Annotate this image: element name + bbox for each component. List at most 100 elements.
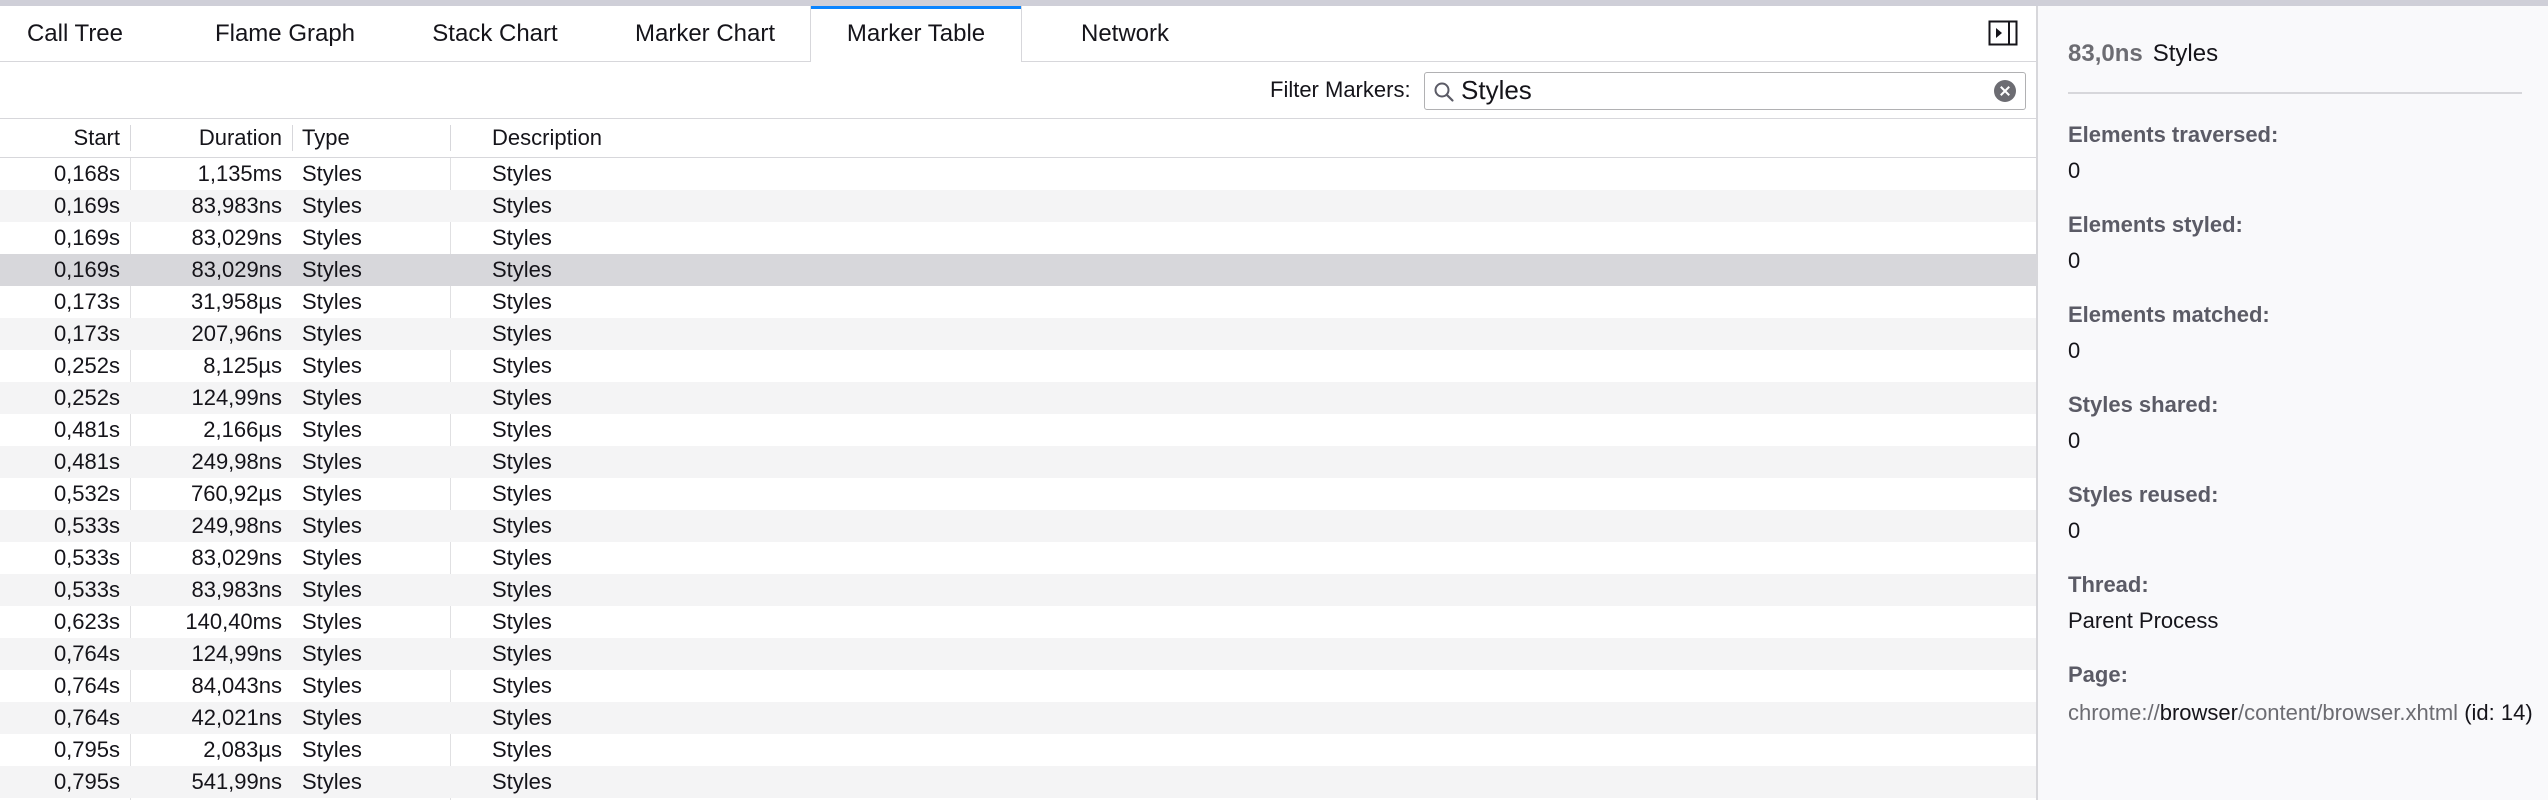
cell-type: Styles: [302, 609, 362, 634]
cell-description: Styles: [492, 481, 552, 506]
cell-type: Styles: [302, 577, 362, 602]
table-row[interactable]: 0,532s 760,92µs Styles Styles: [0, 478, 2036, 510]
tab-network[interactable]: Network: [1050, 6, 1200, 61]
column-divider[interactable]: [130, 125, 131, 151]
table-row[interactable]: 0,795s 541,99ns Styles Styles: [0, 766, 2036, 798]
table-row[interactable]: 0,481s 2,166µs Styles Styles: [0, 414, 2036, 446]
table-row[interactable]: 0,795s 2,083µs Styles Styles: [0, 734, 2036, 766]
cell-start: 0,795s: [53, 737, 120, 762]
field-label-elements-styled: Elements styled:: [2068, 212, 2243, 237]
cell-type: Styles: [302, 161, 362, 186]
column-header-duration[interactable]: Duration: [134, 119, 282, 157]
table-row[interactable]: 0,533s 83,029ns Styles Styles: [0, 542, 2036, 574]
tab-stack-chart[interactable]: Stack Chart: [405, 6, 585, 61]
cell-duration: 8,125µs: [203, 353, 282, 378]
tab-marker-chart[interactable]: Marker Chart: [610, 6, 800, 61]
sidebar-marker-duration: 83,0ns: [2068, 40, 2143, 67]
cell-start: 0,533s: [53, 545, 120, 570]
table-row[interactable]: 0,764s 42,021ns Styles Styles: [0, 702, 2036, 734]
table-row[interactable]: 0,169s 83,029ns Styles Styles: [0, 222, 2036, 254]
cell-start: 0,623s: [53, 609, 120, 634]
table-row[interactable]: 0,169s 83,983ns Styles Styles: [0, 190, 2036, 222]
cell-duration: 124,99ns: [191, 641, 282, 666]
cell-start: 0,795s: [53, 769, 120, 794]
page-url-host: browser: [2159, 700, 2238, 725]
table-row[interactable]: 0,173s 207,96ns Styles Styles: [0, 318, 2036, 350]
search-icon: [1433, 81, 1455, 103]
cell-description: Styles: [492, 321, 552, 346]
cell-description: Styles: [492, 225, 552, 250]
filter-markers-input[interactable]: [1461, 75, 1981, 105]
field-value-page: chrome://browser/content/browser.xhtml (…: [2068, 696, 2538, 730]
table-row[interactable]: 0,481s 249,98ns Styles Styles: [0, 446, 2036, 478]
table-row[interactable]: 0,252s 124,99ns Styles Styles: [0, 382, 2036, 414]
cell-type: Styles: [302, 321, 362, 346]
cell-duration: 207,96ns: [191, 321, 282, 346]
cell-duration: 83,983ns: [191, 193, 282, 218]
page-url-path: /content/browser.xhtml: [2237, 700, 2459, 725]
cell-start: 0,481s: [53, 417, 120, 442]
column-header-description[interactable]: Description: [492, 119, 792, 157]
cell-duration: 124,99ns: [191, 385, 282, 410]
sidebar-toggle-icon[interactable]: [1988, 20, 2018, 46]
field-label-thread: Thread:: [2068, 572, 2149, 597]
cell-description: Styles: [492, 289, 552, 314]
clear-filter-icon[interactable]: [1994, 80, 2016, 102]
cell-type: Styles: [302, 737, 362, 762]
cell-duration: 84,043ns: [191, 673, 282, 698]
cell-duration: 1,135ms: [197, 161, 282, 186]
table-row[interactable]: 0,173s 31,958µs Styles Styles: [0, 286, 2036, 318]
cell-start: 0,764s: [53, 673, 120, 698]
column-header-type[interactable]: Type: [302, 119, 442, 157]
cell-type: Styles: [302, 673, 362, 698]
cell-duration: 42,021ns: [191, 705, 282, 730]
sidebar-title: 83,0ns Styles: [2068, 40, 2522, 94]
cell-start: 0,169s: [53, 193, 120, 218]
cell-description: Styles: [492, 161, 552, 186]
cell-start: 0,764s: [53, 641, 120, 666]
table-row[interactable]: 0,764s 84,043ns Styles Styles: [0, 670, 2036, 702]
tab-marker-table[interactable]: Marker Table: [810, 6, 1022, 62]
cell-start: 0,169s: [53, 225, 120, 250]
page-id: (id: 14): [2464, 700, 2533, 725]
cell-type: Styles: [302, 481, 362, 506]
cell-duration: 249,98ns: [191, 513, 282, 538]
field-value-elements-traversed: 0: [2068, 158, 2081, 183]
table-row[interactable]: 0,533s 249,98ns Styles Styles: [0, 510, 2036, 542]
cell-start: 0,481s: [53, 449, 120, 474]
column-header-start[interactable]: Start: [0, 119, 120, 157]
field-value-elements-styled: 0: [2068, 248, 2081, 273]
field-value-styles-reused: 0: [2068, 518, 2081, 543]
cell-description: Styles: [492, 417, 552, 442]
cell-type: Styles: [302, 417, 362, 442]
cell-description: Styles: [492, 513, 552, 538]
marker-table-body: 0,168s 1,135ms Styles Styles 0,169s 83,983ns S…: [0, 158, 2036, 800]
table-row[interactable]: 0,168s 1,135ms Styles Styles: [0, 158, 2036, 190]
marker-table-header: Start Duration Type Description: [0, 119, 2036, 158]
cell-type: Styles: [302, 385, 362, 410]
cell-type: Styles: [302, 513, 362, 538]
field-label-styles-reused: Styles reused:: [2068, 482, 2219, 507]
column-divider[interactable]: [450, 125, 451, 151]
cell-description: Styles: [492, 705, 552, 730]
table-row[interactable]: 0,623s 140,40ms Styles Styles: [0, 606, 2036, 638]
cell-type: Styles: [302, 289, 362, 314]
cell-description: Styles: [492, 609, 552, 634]
marker-sidebar: 83,0ns Styles Elements traversed: 0 Eleme…: [2038, 6, 2548, 800]
cell-start: 0,533s: [53, 513, 120, 538]
table-row[interactable]: 0,169s 83,029ns Styles Styles: [0, 254, 2036, 286]
table-row[interactable]: 0,252s 8,125µs Styles Styles: [0, 350, 2036, 382]
tab-call-tree[interactable]: Call Tree: [0, 6, 150, 61]
cell-duration: 83,983ns: [191, 577, 282, 602]
table-row[interactable]: 0,764s 124,99ns Styles Styles: [0, 638, 2036, 670]
field-value-thread: Parent Process: [2068, 608, 2219, 633]
cell-duration: 140,40ms: [185, 609, 282, 634]
cell-duration: 249,98ns: [191, 449, 282, 474]
tab-flame-graph[interactable]: Flame Graph: [180, 6, 390, 61]
table-row[interactable]: 0,533s 83,983ns Styles Styles: [0, 574, 2036, 606]
column-divider[interactable]: [292, 125, 293, 151]
cell-type: Styles: [302, 353, 362, 378]
cell-start: 0,533s: [53, 577, 120, 602]
cell-duration: 83,029ns: [191, 545, 282, 570]
page-url-scheme: chrome://: [2068, 700, 2160, 725]
